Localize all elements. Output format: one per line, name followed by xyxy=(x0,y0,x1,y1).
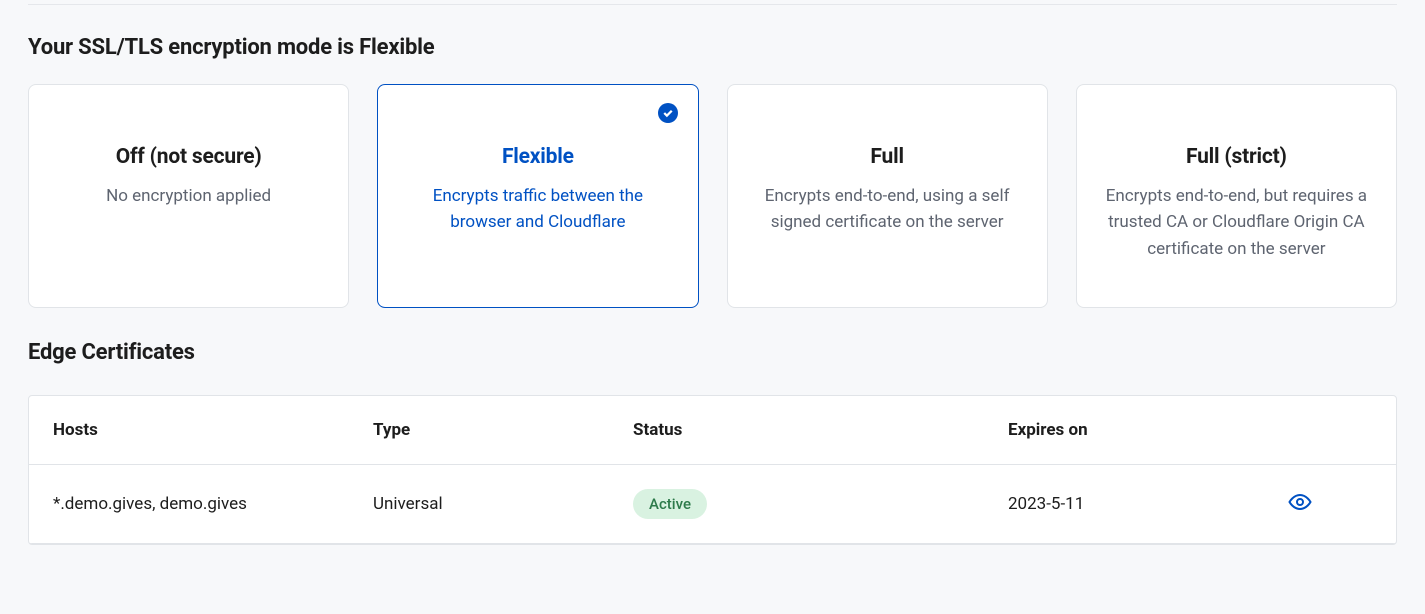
top-divider xyxy=(28,4,1397,5)
status-badge: Active xyxy=(633,489,707,519)
col-header-hosts: Hosts xyxy=(53,420,373,440)
ssl-mode-options: Off (not secure) No encryption applied F… xyxy=(28,84,1397,308)
cell-hosts: *.demo.gives, demo.gives xyxy=(53,491,373,517)
col-header-type: Type xyxy=(373,420,633,440)
cell-type: Universal xyxy=(373,494,633,514)
mode-title: Off (not secure) xyxy=(57,145,320,169)
mode-desc: Encrypts end-to-end, using a self signed… xyxy=(756,183,1019,236)
col-header-status: Status xyxy=(633,420,1008,440)
cell-expires: 2023-5-11 xyxy=(1008,494,1278,514)
mode-desc: Encrypts end-to-end, but requires a trus… xyxy=(1105,183,1368,262)
ssl-mode-heading: Your SSL/TLS encryption mode is Flexible xyxy=(28,35,1397,60)
mode-desc: No encryption applied xyxy=(57,183,320,209)
table-row: *.demo.gives, demo.gives Universal Activ… xyxy=(29,465,1396,544)
edge-certificates-table: Hosts Type Status Expires on *.demo.give… xyxy=(28,395,1397,545)
table-header: Hosts Type Status Expires on xyxy=(29,396,1396,465)
cell-status: Active xyxy=(633,489,1008,519)
edge-certificates-heading: Edge Certificates xyxy=(28,340,1397,365)
mode-desc: Encrypts traffic between the browser and… xyxy=(406,183,669,236)
ssl-mode-full-strict[interactable]: Full (strict) Encrypts end-to-end, but r… xyxy=(1076,84,1397,308)
mode-title: Flexible xyxy=(406,145,669,169)
ssl-mode-full[interactable]: Full Encrypts end-to-end, using a self s… xyxy=(727,84,1048,308)
col-header-expires: Expires on xyxy=(1008,420,1278,440)
check-icon xyxy=(658,103,678,123)
mode-title: Full (strict) xyxy=(1105,145,1368,169)
mode-title: Full xyxy=(756,145,1019,169)
ssl-mode-off[interactable]: Off (not secure) No encryption applied xyxy=(28,84,349,308)
ssl-mode-flexible[interactable]: Flexible Encrypts traffic between the br… xyxy=(377,84,698,308)
eye-icon[interactable] xyxy=(1288,490,1312,514)
